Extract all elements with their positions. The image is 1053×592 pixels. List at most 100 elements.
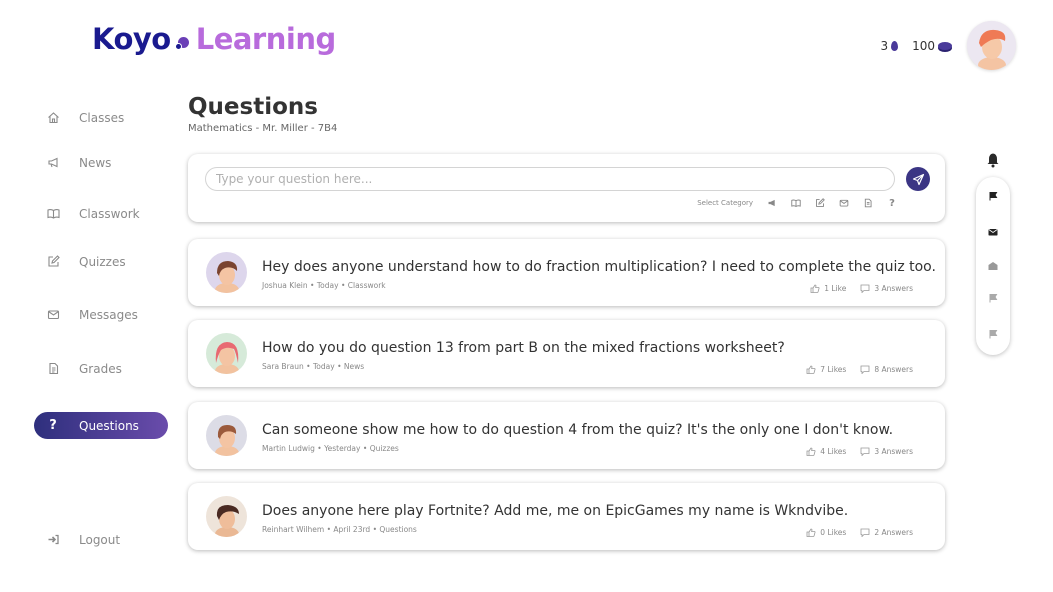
brand-logo[interactable]: Koyo Learning (92, 22, 336, 56)
school-icon[interactable] (988, 261, 998, 271)
like-button[interactable]: 0 Likes (806, 528, 846, 537)
sidebar-item-label: News (79, 155, 112, 170)
question-card[interactable]: Can someone show me how to do question 4… (188, 402, 945, 469)
notifications-bell-icon[interactable] (986, 152, 1000, 168)
question-text: Does anyone here play Fortnite? Add me, … (262, 503, 849, 519)
question-meta: Sara Braun • Today • News (262, 362, 365, 371)
sidebar-item-grades[interactable]: Grades (34, 355, 168, 382)
edit-icon (46, 255, 60, 269)
ask-question-panel: Select Category ? (188, 154, 945, 222)
select-category-label: Select Category (697, 199, 753, 207)
user-stats-bar: 3 100 (880, 21, 1016, 70)
category-selector: Select Category ? (697, 198, 897, 209)
category-book-icon[interactable] (791, 198, 801, 208)
question-text: Can someone show me how to do question 4… (262, 422, 894, 438)
sidebar-item-quizzes[interactable]: Quizzes (34, 248, 168, 275)
flag-outline-icon[interactable] (988, 329, 998, 339)
category-mail-icon[interactable] (839, 198, 849, 208)
send-button[interactable] (906, 167, 930, 191)
thumbs-up-icon (806, 365, 816, 374)
category-megaphone-icon[interactable] (767, 198, 777, 208)
comment-icon (860, 528, 870, 537)
thumbs-up-icon (810, 284, 820, 293)
sidebar-item-label: Classwork (79, 206, 140, 221)
flag-outline-icon[interactable] (988, 293, 998, 303)
user-avatar[interactable] (967, 21, 1016, 70)
sidebar-item-label: Messages (79, 307, 138, 322)
answers-button[interactable]: 3 Answers (860, 447, 913, 456)
page-subtitle: Mathematics - Mr. Miller - 7B4 (188, 123, 338, 134)
question-card[interactable]: Hey does anyone understand how to do fra… (188, 239, 945, 306)
question-category: Questions (379, 525, 417, 534)
question-stats: 1 Like 3 Answers (810, 284, 913, 293)
brand-dot-icon (174, 36, 189, 50)
comment-icon (860, 447, 870, 456)
like-button[interactable]: 7 Likes (806, 365, 846, 374)
megaphone-icon (46, 156, 60, 170)
answer-count: 2 Answers (874, 528, 913, 537)
question-stats: 0 Likes 2 Answers (806, 528, 913, 537)
sidebar-item-questions[interactable]: ? Questions (34, 412, 168, 439)
category-question-icon[interactable]: ? (887, 198, 897, 209)
question-meta: Joshua Klein • Today • Classwork (262, 281, 386, 290)
author-avatar (206, 252, 247, 293)
like-button[interactable]: 4 Likes (806, 447, 846, 456)
thumbs-up-icon (806, 447, 816, 456)
mail-icon (46, 308, 60, 322)
author-avatar (206, 415, 247, 456)
book-icon (46, 207, 60, 221)
sidebar-item-messages[interactable]: Messages (34, 301, 168, 328)
like-count: 0 Likes (820, 528, 847, 537)
coin-counter: 100 (912, 39, 952, 53)
question-author: Martin Ludwig (262, 444, 315, 453)
question-text: How do you do question 13 from part B on… (262, 340, 785, 356)
sidebar-item-classes[interactable]: Classes (34, 104, 168, 131)
logout-icon (46, 533, 60, 547)
like-button[interactable]: 1 Like (810, 284, 846, 293)
send-icon (912, 173, 924, 185)
sidebar-item-label: Questions (79, 418, 139, 433)
author-avatar (206, 333, 247, 374)
category-document-icon[interactable] (863, 198, 873, 208)
question-stats: 4 Likes 3 Answers (806, 447, 913, 456)
brand-name-part1: Koyo (92, 22, 171, 56)
page-title: Questions (188, 94, 318, 120)
like-count: 7 Likes (820, 365, 847, 374)
answers-button[interactable]: 2 Answers (860, 528, 913, 537)
flag-icon[interactable] (988, 191, 998, 201)
question-icon: ? (49, 418, 57, 433)
question-card[interactable]: How do you do question 13 from part B on… (188, 320, 945, 387)
comment-icon (860, 284, 870, 293)
thumbs-up-icon (806, 528, 816, 537)
question-meta: Martin Ludwig • Yesterday • Quizzes (262, 444, 399, 453)
question-time: Today (312, 362, 335, 371)
sidebar-item-label: Grades (79, 361, 122, 376)
coin-value: 100 (912, 38, 935, 53)
flame-icon (891, 40, 899, 51)
question-input[interactable] (205, 167, 895, 191)
logout-label: Logout (79, 532, 121, 547)
answers-button[interactable]: 3 Answers (860, 284, 913, 293)
sidebar-item-news[interactable]: News (34, 149, 168, 176)
question-text: Hey does anyone understand how to do fra… (262, 259, 936, 275)
brand-name-part2: Learning (195, 22, 337, 56)
sidebar-item-classwork[interactable]: Classwork (34, 200, 168, 227)
question-time: Today (316, 281, 339, 290)
author-avatar (206, 496, 247, 537)
answers-button[interactable]: 8 Answers (860, 365, 913, 374)
document-icon (46, 362, 60, 376)
question-author: Sara Braun (262, 362, 304, 371)
question-card[interactable]: Does anyone here play Fortnite? Add me, … (188, 483, 945, 550)
mail-icon[interactable] (988, 227, 998, 237)
question-meta: Reinhart Wilhem • April 23rd • Questions (262, 525, 417, 534)
category-edit-icon[interactable] (815, 198, 825, 208)
comment-icon (860, 365, 870, 374)
sidebar-item-label: Quizzes (79, 254, 126, 269)
right-tool-rail (976, 177, 1010, 355)
question-stats: 7 Likes 8 Answers (806, 365, 913, 374)
question-time: Yesterday (324, 444, 361, 453)
answer-count: 3 Answers (874, 447, 913, 456)
question-category: News (343, 362, 365, 371)
logout-button[interactable]: Logout (34, 526, 168, 553)
question-category: Quizzes (369, 444, 399, 453)
